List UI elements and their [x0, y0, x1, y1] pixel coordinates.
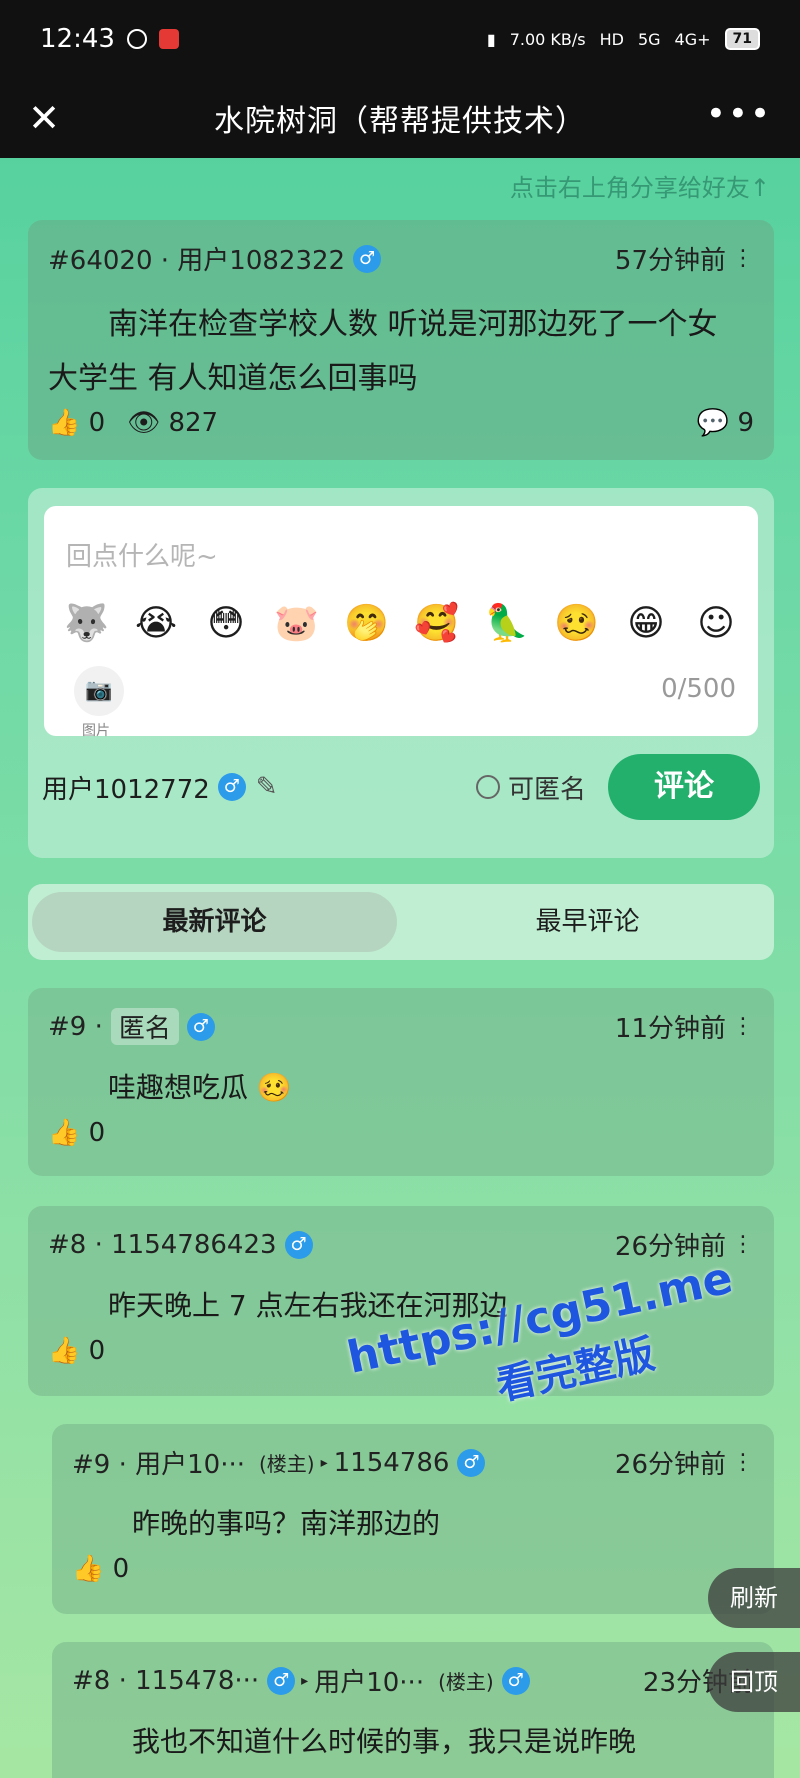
share-tip: 点击右上角分享给好友↑ — [509, 174, 770, 202]
signal-5g: 5G — [637, 29, 661, 49]
app-notification-icon — [158, 29, 179, 49]
male-icon: ♂ — [217, 773, 246, 801]
hd-badge: HD — [599, 29, 624, 49]
comment-time: 11分钟前 — [614, 1014, 726, 1044]
anonymous-label: 可匿名 — [507, 774, 586, 805]
reply-to: 1154786 — [333, 1447, 450, 1478]
anonymous-tag: 匿名 — [110, 1008, 179, 1045]
back-to-top-button[interactable]: 回顶 — [708, 1652, 800, 1712]
thumbs-up-icon: 👍 — [72, 1554, 105, 1584]
comment-more-icon[interactable]: ⋮ — [732, 1014, 754, 1039]
refresh-button[interactable]: 刷新 — [708, 1568, 800, 1628]
male-icon: ♂ — [353, 244, 382, 273]
net-speed: 7.00 KB/s — [509, 29, 586, 49]
photo-label: 图片 — [82, 723, 110, 739]
post-time: 57分钟前 — [614, 246, 726, 276]
reply-time: 26分钟前 — [614, 1450, 726, 1480]
comment-tabs: 最新评论 最早评论 — [28, 884, 774, 960]
comment-id: #8 · 1154786423 — [48, 1229, 277, 1260]
reply-panel: 回点什么呢~ 🐺 😭 😳 🐷 🤭 🥰 🦜 🥴 😁 ☺ 📷 图片 0/500 用户… — [28, 488, 774, 858]
reply-placeholder: 回点什么呢~ — [66, 542, 218, 572]
like-count: 0 — [88, 1118, 106, 1148]
comment-more-icon[interactable]: ⋮ — [732, 1232, 754, 1257]
comment-stat[interactable]: 💬 9 — [697, 408, 754, 438]
post-meta: #64020 · 用户1082322 — [48, 246, 346, 276]
male-icon: ♂ — [267, 1666, 296, 1695]
op-tag: (楼主) — [259, 1452, 315, 1476]
emoji-giggle[interactable]: 🤭 — [344, 602, 389, 646]
close-icon[interactable]: ✕ — [22, 96, 66, 140]
radio-icon — [475, 775, 500, 799]
comment-id: #9 · — [48, 1011, 103, 1042]
edit-icon[interactable]: ✎ — [256, 772, 278, 802]
op-tag: (楼主) — [438, 1670, 494, 1694]
male-icon: ♂ — [186, 1012, 215, 1041]
page-title: 水院树洞（帮帮提供技术） — [214, 104, 586, 139]
signal-4g: 4G+ — [674, 29, 711, 49]
comment-item: #9 · 匿名 ♂ 11分钟前 ⋮ 哇趣想吃瓜 🥴 👍 0 — [28, 988, 774, 1176]
eye-icon: 👁 — [127, 408, 161, 438]
sub-reply-item: #8 · 115478··· ♂ ▸ 用户10··· (楼主) ♂ 23分钟前 … — [52, 1642, 774, 1778]
reply-id: #8 · 115478··· — [72, 1665, 260, 1696]
emoji-row: 🐺 😭 😳 🐷 🤭 🥰 🦜 🥴 😁 ☺ — [64, 602, 738, 646]
view-stat: 👁 827 — [127, 408, 218, 438]
camera-icon[interactable]: 📷 — [74, 666, 124, 716]
thumbs-up-icon: 👍 — [48, 1118, 81, 1148]
char-count: 0/500 — [661, 674, 736, 704]
clock: 12:43 — [40, 24, 115, 54]
status-bar: 12:43 ▮ 7.00 KB/s HD 5G 4G+ 71 — [0, 0, 800, 78]
more-menu-icon[interactable]: ••• — [706, 94, 772, 134]
like-count: 0 — [112, 1554, 130, 1584]
sub-reply-item: #9 · 用户10··· (楼主) ▸ 1154786 ♂ 26分钟前 ⋮ 昨晚… — [52, 1424, 774, 1614]
like-button[interactable]: 👍 0 — [48, 1336, 105, 1366]
emoji-grin[interactable]: 😁 — [624, 602, 668, 646]
vibrate-icon: ▮ — [486, 29, 496, 49]
emoji-heart[interactable]: 🥰 — [414, 602, 459, 646]
reply-content: 我也不知道什么时候的事，我只是说昨晚 — [132, 1725, 637, 1758]
current-username: 用户1012772 — [42, 774, 210, 805]
emoji-husky[interactable]: 🐺 — [64, 602, 109, 646]
emoji-crying[interactable]: 😭 — [134, 602, 178, 646]
male-icon: ♂ — [284, 1230, 313, 1259]
male-icon: ♂ — [501, 1666, 530, 1695]
reply-content: 昨晚的事吗？南洋那边的 — [132, 1507, 441, 1540]
notification-icon — [126, 29, 147, 49]
comment-count: 9 — [737, 408, 754, 438]
submit-comment-button[interactable]: 评论 — [608, 754, 760, 820]
thumbs-up-icon: 👍 — [48, 1336, 81, 1366]
emoji-shocked[interactable]: 😳 — [204, 602, 248, 646]
like-count: 0 — [88, 1336, 106, 1366]
comment-content: 哇趣想吃瓜 🥴 — [108, 1071, 292, 1104]
post-more-icon[interactable]: ⋮ — [732, 246, 754, 271]
post-content: 南洋在检查学校人数 听说是河那边死了一个女大学生 有人知道怎么回事吗 — [48, 307, 718, 396]
male-icon: ♂ — [457, 1448, 486, 1477]
tab-newest[interactable]: 最新评论 — [32, 892, 397, 952]
emoji-picker-icon[interactable]: ☺ — [694, 602, 738, 646]
emoji-parrot[interactable]: 🦜 — [484, 602, 529, 646]
reply-input[interactable]: 回点什么呢~ 🐺 😭 😳 🐷 🤭 🥰 🦜 🥴 😁 ☺ 📷 图片 0/500 — [44, 506, 758, 739]
anonymous-toggle[interactable]: 可匿名 — [475, 769, 586, 806]
reply-more-icon[interactable]: ⋮ — [732, 1450, 754, 1475]
like-button[interactable]: 👍 0 — [48, 1118, 105, 1148]
reply-id: #9 · 用户10··· — [72, 1450, 245, 1480]
view-count: 827 — [168, 408, 219, 438]
comment-icon: 💬 — [696, 408, 730, 438]
post-card: #64020 · 用户1082322 ♂ 57分钟前 ⋮ 南洋在检查学校人数 听… — [28, 220, 774, 460]
like-count: 0 — [88, 408, 106, 438]
reply-arrow-icon: ▸ — [301, 1672, 309, 1689]
like-button[interactable]: 👍 0 — [48, 408, 105, 438]
tab-earliest[interactable]: 最早评论 — [405, 892, 770, 952]
emoji-dizzy[interactable]: 🥴 — [554, 602, 599, 646]
reply-to: 用户10··· — [314, 1668, 425, 1698]
emoji-pig[interactable]: 🐷 — [274, 602, 319, 646]
thumbs-up-icon: 👍 — [48, 408, 81, 438]
nav-bar: ✕ 水院树洞（帮帮提供技术） ••• — [0, 78, 800, 158]
reply-arrow-icon: ▸ — [320, 1454, 328, 1471]
battery-icon: 71 — [724, 28, 760, 50]
like-button[interactable]: 👍 0 — [72, 1554, 129, 1584]
